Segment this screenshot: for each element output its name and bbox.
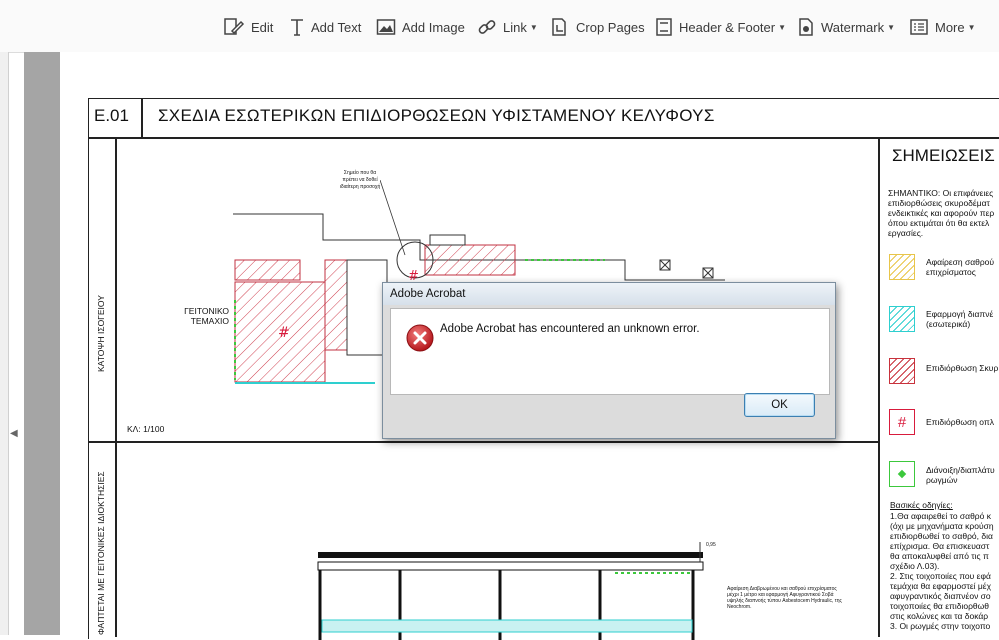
legend-swatch-plaster-breathable <box>889 306 915 332</box>
legend-text: Επιδιόρθωση Σκυρ <box>926 363 998 373</box>
legend-line: Διάνοιξη/διαπλάτυ <box>926 465 995 475</box>
left-panel-edge <box>0 52 9 635</box>
basics-line: (όχι με μηχανήματα κρούση <box>890 521 994 531</box>
toolbar: Edit Add Text Add Image Link ▼ Crop Page… <box>0 0 999 53</box>
watermark-label: Watermark <box>821 19 885 35</box>
important-line: ΣΗΜΑΝΤΙΚΟ: Οι επιφάνειες <box>888 188 994 198</box>
add-text-label: Add Text <box>311 19 362 35</box>
more-icon <box>910 19 928 35</box>
dialog-title: Adobe Acrobat <box>390 288 466 300</box>
section-drawing <box>317 542 704 640</box>
add-image-label: Add Image <box>402 19 465 35</box>
basics-line: στις κολώνες και τα δοκάρ <box>890 611 989 621</box>
header-footer-icon <box>656 18 672 36</box>
scale-label: ΚΛ: 1/100 <box>127 424 165 434</box>
chevron-down-icon: ▼ <box>967 22 976 32</box>
legend-line: (εσωτερικά) <box>926 319 971 329</box>
notes-title: ΣΗΜΕΙΩΣΕΙΣ <box>892 146 995 165</box>
basics-line: θα αποκαλυφθεί από τις π <box>890 551 989 561</box>
dialog-body <box>390 308 830 395</box>
link-icon <box>478 20 496 34</box>
important-note: ΣΗΜΑΝΤΙΚΟ: Οι επιφάνειες επιδιορθώσεις σ… <box>888 188 994 238</box>
chevron-down-icon: ▼ <box>778 22 787 32</box>
legend-line: επιχρίσματος <box>926 267 976 277</box>
add-image-button[interactable]: Add Image <box>376 14 465 40</box>
dialog-message: Adobe Acrobat has encountered an unknown… <box>440 323 700 335</box>
watermark-button[interactable]: Watermark ▼ <box>797 14 895 40</box>
legend-swatch-crack-opening <box>889 461 915 487</box>
header-footer-button[interactable]: Header & Footer ▼ <box>655 14 786 40</box>
important-line: όπου εκτιμάται ότι θα εκτελ <box>888 218 990 228</box>
legend-text: Επιδιόρθωση οπλ <box>926 417 994 427</box>
legend-line: ρωγμών <box>926 475 958 485</box>
dimension-label: 0,95 <box>706 542 716 548</box>
sheet-code: Ε.01 <box>94 106 129 125</box>
text-icon <box>291 19 303 36</box>
neighbor-label-line: ΤΕΜΑΧΙΟ <box>190 316 229 326</box>
crop-icon <box>552 18 566 36</box>
chevron-down-icon: ▼ <box>887 22 895 32</box>
callout-line: Σημείο που θα <box>343 170 377 176</box>
basics-list: 1.Θα αφαιρεθεί το σαθρό κ (όχι με μηχανή… <box>890 511 994 631</box>
more-label: More <box>935 19 965 35</box>
divider <box>88 441 878 443</box>
watermark-icon <box>799 18 813 36</box>
legend-swatch-rebar-repair: # <box>889 409 915 435</box>
legend-line: Επιδιόρθωση οπλ <box>926 417 995 427</box>
edit-button[interactable]: Edit <box>223 14 273 40</box>
legend-text: Αφαίρεση σαθρού επιχρίσματος <box>926 257 994 277</box>
header-footer-label: Header & Footer <box>679 19 776 35</box>
important-line: επιδιορθώσεις σκυροδέματ <box>888 198 990 208</box>
error-icon <box>406 324 434 352</box>
basics-line: 1.Θα αφαιρεθεί το σαθρό κ <box>890 511 991 521</box>
chevron-down-icon: ▼ <box>529 22 538 32</box>
more-button[interactable]: More ▼ <box>909 14 976 40</box>
legend-swatch-plaster <box>889 254 915 280</box>
basics-line: αφυγραντικός διαπνέον σο <box>890 591 991 601</box>
callout-leader-line <box>380 180 406 256</box>
divider <box>115 137 117 637</box>
edit-icon <box>224 18 245 35</box>
side-label-neighbors: ΦΑΠΤΕΤΑΙ ΜΕ ΓΕΙΤΟΝΙΚΕΣ ΙΔΙΟΚΤΗΣΙΕΣ <box>96 471 106 635</box>
basics-line: σχέδιο Λ.03). <box>890 561 940 571</box>
add-text-button[interactable]: Add Text <box>289 14 361 40</box>
legend-line: Επιδιόρθωση Σκυρ <box>926 363 999 373</box>
divider <box>141 98 143 138</box>
divider <box>88 137 999 139</box>
side-label-ground-floor: ΚΑΤΟΨΗ ΙΣΟΓΕΙΟΥ <box>96 295 106 372</box>
legend-line: Αφαίρεση σαθρού <box>926 257 995 267</box>
edit-label: Edit <box>251 19 274 35</box>
crop-pages-label: Crop Pages <box>576 19 645 35</box>
ok-button[interactable]: OK <box>744 393 815 417</box>
basics-line: τοιχοποιίες θα επιδιορθωθ <box>890 601 990 611</box>
neighbor-label-line: ΓΕΙΤΟΝΙΚΟ <box>184 306 229 316</box>
error-dialog: Adobe Acrobat Adobe Acrobat has encounte… <box>382 282 836 439</box>
dialog-titlebar[interactable]: Adobe Acrobat <box>383 283 835 305</box>
divider <box>878 137 880 637</box>
basics-line: επιδιορθωθεί το σαθρό, δια <box>890 531 993 541</box>
neighbor-label: ΓΕΙΤΟΝΙΚΟ ΤΕΜΑΧΙΟ <box>179 306 229 326</box>
image-icon <box>376 19 396 35</box>
basics-line: τεμάχια θα εφαρμοστεί μέχ <box>890 581 992 591</box>
expand-panel-arrow-icon[interactable]: ◀ <box>10 428 18 439</box>
legend-text: Εφαρμογή διαπνέ (εσωτερικά) <box>926 309 993 329</box>
section-note: Αφαίρεση Διαβρωμένου και σαθρού επιχρίσμ… <box>727 586 842 610</box>
section-note-line: Neochrom. <box>727 604 752 610</box>
sheet-title: ΣΧΕΔΙΑ ΕΣΩΤΕΡΙΚΩΝ ΕΠΙΔΙΟΡΘΩΣΕΩΝ ΥΦΙΣΤΑΜΕ… <box>158 106 715 125</box>
basics-line: 3. Οι ρωγμές στην τοιχοπο <box>890 621 991 631</box>
basics-title: Βασικές οδηγίες: <box>890 500 953 510</box>
link-label: Link <box>503 19 527 35</box>
page-gutter <box>24 52 60 635</box>
legend-swatch-concrete-repair <box>889 358 915 384</box>
svg-text:#: # <box>278 325 290 341</box>
legend-text: Διάνοιξη/διαπλάτυ ρωγμών <box>926 465 995 485</box>
link-button[interactable]: Link ▼ <box>477 14 538 40</box>
crop-pages-button[interactable]: Crop Pages <box>550 14 645 40</box>
important-line: εργασίες. <box>888 228 924 238</box>
legend-line: Εφαρμογή διαπνέ <box>926 309 994 319</box>
basics-line: επίχρισμα. Θα επισκευαστ <box>890 541 990 551</box>
important-line: ενδεικτικές και αφορούν περ <box>888 208 995 218</box>
basics-line: 2. Στις τοιχοποιίες που εφά <box>890 571 991 581</box>
